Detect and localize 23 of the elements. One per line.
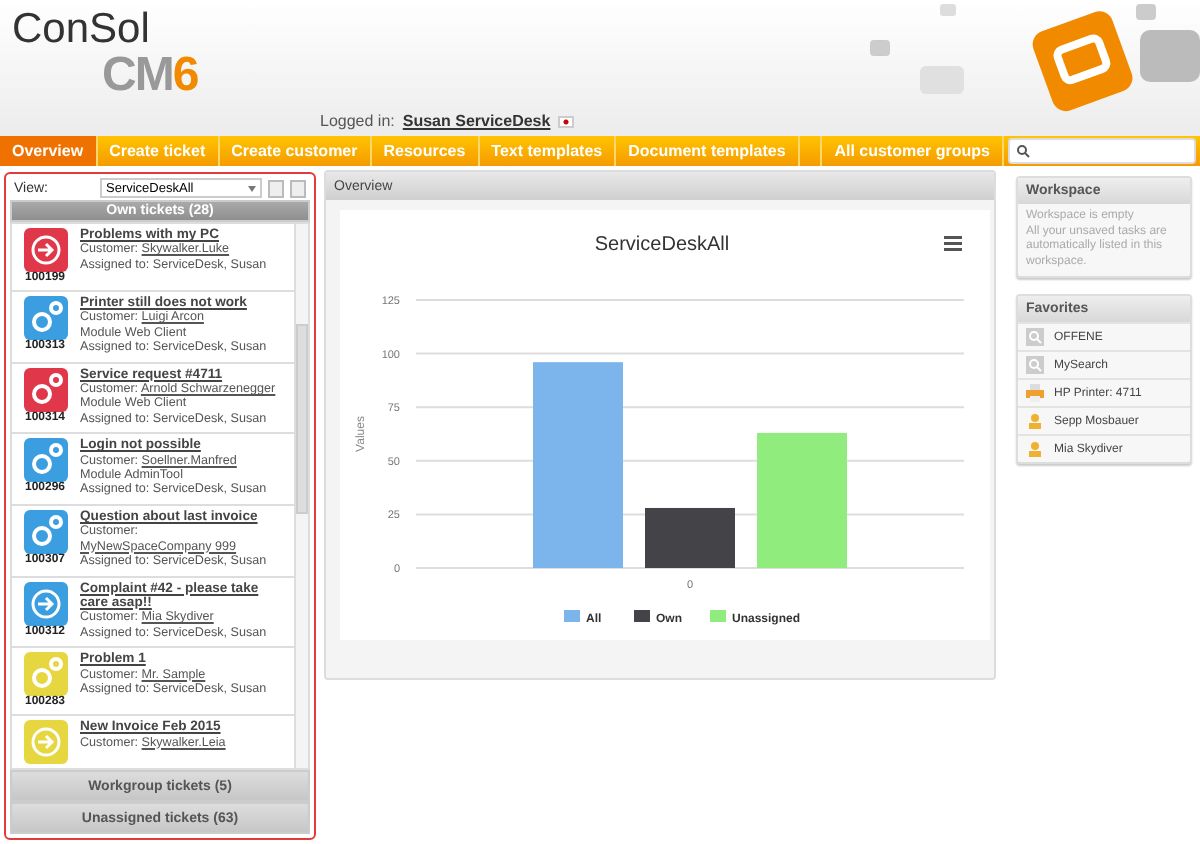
menu-icon[interactable] [944, 236, 962, 251]
user-link[interactable]: Susan ServiceDesk [402, 112, 551, 130]
legend-swatch [710, 610, 726, 622]
bar [757, 432, 847, 568]
caret-icon [248, 185, 256, 191]
bar [645, 507, 735, 568]
settings-button[interactable] [290, 179, 306, 197]
scrollbar[interactable] [294, 224, 308, 768]
search-field[interactable] [1008, 138, 1196, 164]
logo-text: ConSol [12, 8, 152, 52]
chart-title: ServiceDeskAll [594, 234, 730, 256]
search-icon [1026, 328, 1044, 346]
grid-button[interactable] [268, 179, 284, 197]
flag-icon [558, 115, 575, 127]
search-icon [1026, 356, 1044, 374]
login-label: Logged in: [320, 112, 395, 130]
person-icon [1026, 440, 1044, 458]
legend-swatch [634, 610, 650, 622]
printer-icon [1026, 384, 1044, 402]
search-icon [1016, 144, 1030, 158]
person-icon [1026, 412, 1044, 430]
legend-swatch [564, 610, 580, 622]
logo-text: CM6 [100, 52, 200, 100]
